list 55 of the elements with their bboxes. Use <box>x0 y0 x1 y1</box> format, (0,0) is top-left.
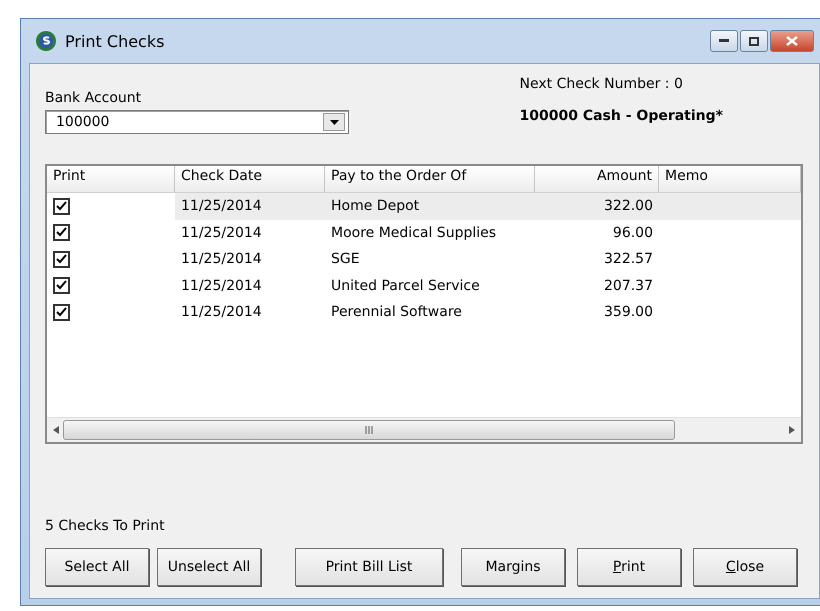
column-header[interactable]: Check Date <box>175 166 325 192</box>
print-checkbox[interactable] <box>53 304 70 321</box>
print-checkbox[interactable] <box>53 277 70 294</box>
table-cell: 11/25/2014 <box>175 193 325 220</box>
column-header[interactable]: Amount <box>535 166 659 192</box>
table-cell-text: United Parcel Service <box>330 276 481 296</box>
print-checkbox[interactable] <box>53 198 70 215</box>
bank-account-dropdown[interactable]: 100000 <box>45 110 349 134</box>
window-title: Print Checks <box>65 32 164 50</box>
table-row[interactable]: 11/25/2014 Home Depot 322.00 <box>47 193 801 220</box>
column-header[interactable]: Memo <box>659 166 801 192</box>
caret-icon <box>330 120 338 124</box>
table-cell: 322.00 <box>535 193 659 220</box>
field-label: Bank Account <box>45 90 142 106</box>
table-cell-text: 11/25/2014 <box>180 303 263 322</box>
table-cell-text: Moore Medical Supplies <box>330 224 498 243</box>
table-cell-text: 359.00 <box>603 303 654 322</box>
table-cell-text: 207.37 <box>603 276 654 296</box>
table-cell-text: Perennial Software <box>330 303 463 322</box>
horizontal-scrollbar[interactable] <box>47 417 801 442</box>
dialog-button[interactable]: Print Bill List <box>295 548 443 586</box>
close-window-button[interactable] <box>770 30 814 52</box>
table-row[interactable]: 11/25/2014 SGE 322.57 <box>47 246 801 272</box>
print-checkbox[interactable] <box>53 224 70 242</box>
table-cell-text: 11/25/2014 <box>180 250 263 270</box>
column-header[interactable]: Pay to the Order Of <box>325 166 535 192</box>
maximize-button[interactable] <box>740 30 768 52</box>
scroll-right-icon <box>789 426 795 434</box>
table-row[interactable]: 11/25/2014 United Parcel Service 207.37 <box>47 272 801 299</box>
maximize-icon <box>749 36 759 46</box>
table-cell-text: 96.00 <box>612 224 654 243</box>
table-cell-text: 11/25/2014 <box>180 224 263 243</box>
app-logo-icon <box>35 30 57 52</box>
table-row[interactable]: 11/25/2014 Perennial Software 359.00 <box>47 299 801 326</box>
minimize-icon <box>719 39 729 43</box>
dialog-button[interactable]: Unselect All <box>157 548 261 586</box>
grip-icon <box>364 426 374 434</box>
table-cell: Home Depot <box>325 193 535 220</box>
minimize-button[interactable] <box>710 30 738 52</box>
dialog-button[interactable]: Margins <box>461 548 565 586</box>
checks-count: 5 Checks To Print <box>45 518 166 534</box>
close-icon <box>786 36 798 46</box>
dialog-button[interactable]: Select All <box>45 548 149 586</box>
column-header[interactable]: Print <box>47 166 175 192</box>
scrollbar-thumb[interactable] <box>63 420 675 440</box>
account-name: 100000 Cash - Operating* <box>520 108 723 124</box>
print-checkbox[interactable] <box>53 250 70 268</box>
dialog-button[interactable]: Close <box>693 548 797 586</box>
table-cell-text: 322.57 <box>603 250 654 270</box>
table-cell-text: SGE <box>330 250 361 270</box>
scroll-left-icon <box>53 426 59 434</box>
table-cell-text: 11/25/2014 <box>180 276 263 296</box>
table-row[interactable]: 11/25/2014 Moore Medical Supplies 96.00 <box>47 220 801 246</box>
next-check-number: Next Check Number : 0 <box>520 76 684 92</box>
dialog-button[interactable]: Print <box>577 548 681 586</box>
